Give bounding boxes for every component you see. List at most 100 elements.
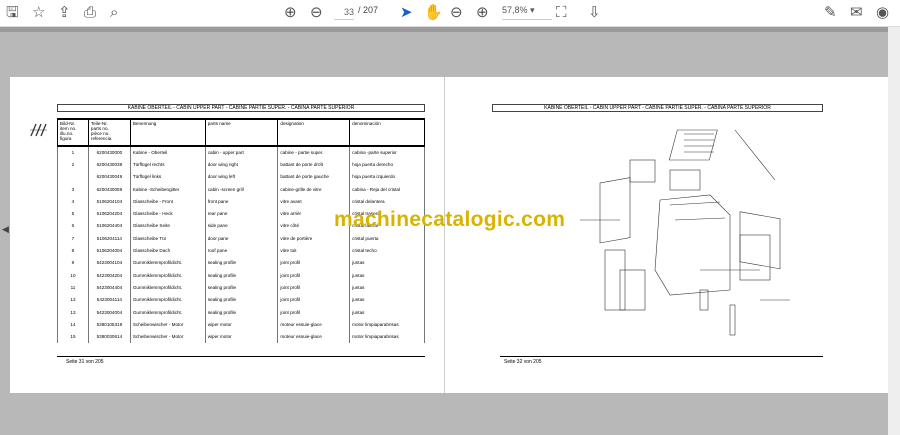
- table-cell: battant de porte droît: [277, 158, 351, 171]
- table-cell: Gummiklemmprofildicht.: [129, 293, 206, 306]
- table-cell: cabina - Reja del cristal: [349, 182, 425, 196]
- table-cell: rear pane: [204, 207, 279, 220]
- table-cell: motor limpiaparabrisas: [349, 318, 425, 331]
- table-cell: hoja puerta derecho: [349, 158, 425, 171]
- table-cell: door pane: [204, 232, 279, 245]
- table-cell: 2: [57, 158, 89, 171]
- table-cell: hoja puerta izquierdo: [349, 170, 425, 183]
- column-header: Bild-Nr. item no. illu.no. figura: [57, 118, 89, 147]
- exploded-parts-diagram: [580, 129, 790, 336]
- table-cell: juntas: [349, 293, 425, 306]
- table-cell: 13: [57, 305, 89, 319]
- table-row: 1 6200430000 Kabine - Oberteil cabin - uppe…: [57, 146, 425, 159]
- table-cell: 12: [57, 293, 89, 306]
- table-cell: 11: [57, 281, 89, 294]
- table-cell: wiper motor: [204, 330, 279, 343]
- right-page-title: KABINE OBERTEIL - CABIN UPPER PART - CAB…: [492, 104, 823, 112]
- page-number-input[interactable]: [334, 5, 354, 20]
- table-row: 14 5380105319 Scheibenwischer - Motor wiper…: [57, 318, 425, 331]
- table-cell: joint profil: [277, 256, 351, 269]
- select-cursor-icon[interactable]: ➤: [400, 4, 413, 22]
- upload-icon[interactable]: ⇪: [58, 4, 71, 22]
- table-cell: roof pane: [204, 244, 279, 257]
- table-cell: 5106204004: [87, 244, 131, 257]
- table-cell: 9: [57, 256, 89, 269]
- watermark: machinecatalogic.com: [334, 208, 566, 231]
- zoom-select[interactable]: 57,8% ▾: [502, 5, 552, 20]
- table-cell: 1: [57, 146, 89, 159]
- table-cell: 5423004404: [87, 281, 131, 294]
- table-cell: Scheibenwischer - Motor: [129, 318, 206, 331]
- sign-icon[interactable]: ✎: [824, 4, 837, 22]
- table-cell: 6200430059: [87, 182, 131, 196]
- table-cell: joint profil: [277, 305, 351, 319]
- table-cell: Glasscheibe - Front: [129, 195, 206, 208]
- table-row: 13 5423004004 Gummiklemmprofildicht. sealin…: [57, 305, 425, 319]
- table-cell: 7: [57, 232, 89, 245]
- page-up-icon[interactable]: ⊕: [284, 4, 297, 22]
- table-cell: 5380030614: [87, 330, 131, 343]
- table-cell: joint profil: [277, 268, 351, 282]
- table-cell: Glasscheibe Seite: [129, 219, 206, 233]
- table-row: 11 5423004404 Gummiklemmprofildicht. sealin…: [57, 281, 425, 294]
- table-row: 4 5106204104 Glasscheibe - Front front pane…: [57, 195, 425, 208]
- scrollbar[interactable]: [888, 27, 900, 435]
- table-cell: front pane: [204, 195, 279, 208]
- table-cell: cristal techo: [349, 244, 425, 257]
- table-cell: vitre avant: [277, 195, 351, 208]
- table-row: 6200430049 Türflügel links door wing left b…: [57, 170, 425, 183]
- table-cell: vitre toit: [277, 244, 351, 257]
- table-cell: Türflügel rechts: [129, 158, 206, 171]
- table-cell: 5423004104: [87, 256, 131, 269]
- table-cell: [57, 170, 89, 183]
- table-cell: 5423004204: [87, 268, 131, 282]
- table-cell: motor limpiaparabrisas: [349, 330, 425, 343]
- prev-page-arrow-icon[interactable]: ◀: [2, 224, 9, 235]
- table-row: 2 6200430039 Türflügel rechts door wing rig…: [57, 158, 425, 171]
- table-cell: juntas: [349, 256, 425, 269]
- table-cell: wiper motor: [204, 318, 279, 331]
- manufacturer-logo-icon: [30, 123, 47, 137]
- email-icon[interactable]: ✉: [850, 4, 863, 22]
- bookmark-star-icon[interactable]: ☆: [32, 4, 45, 22]
- table-cell: moteur essuie-glace: [277, 330, 351, 343]
- table-row: 10 5423004204 Gummiklemmprofildicht. sealin…: [57, 268, 425, 282]
- zoom-in-icon[interactable]: ⊕: [476, 4, 489, 22]
- column-header: denominación: [349, 118, 425, 147]
- table-row: 7 5106204114 Glasscheibe Tür door pane vitre…: [57, 232, 425, 245]
- scroll-mode-icon[interactable]: ⇩: [588, 4, 601, 22]
- table-cell: 6200430049: [87, 170, 131, 183]
- account-icon[interactable]: ◉: [876, 4, 889, 22]
- table-cell: Gummiklemmprofildicht.: [129, 268, 206, 282]
- hand-icon[interactable]: ✋: [424, 4, 443, 22]
- column-header: designation: [277, 118, 351, 147]
- fit-page-icon[interactable]: ⛶: [556, 4, 567, 22]
- table-cell: 14: [57, 318, 89, 331]
- table-cell: cabine-grille de vitre: [277, 182, 351, 196]
- table-cell: Kabine - Oberteil: [129, 146, 206, 159]
- print-icon[interactable]: ⎙: [84, 4, 96, 22]
- table-cell: juntas: [349, 268, 425, 282]
- table-cell: 5106204114: [87, 232, 131, 245]
- left-page-footer: Seite 31 von 205: [66, 359, 104, 365]
- table-cell: 5106204404: [87, 219, 131, 233]
- page-down-icon[interactable]: ⊖: [310, 4, 323, 22]
- search-icon[interactable]: ⌕: [110, 4, 118, 22]
- save-icon[interactable]: 🖫: [6, 4, 19, 22]
- table-cell: 5106204204: [87, 207, 131, 220]
- table-cell: side pane: [204, 219, 279, 233]
- table-cell: Türflügel links: [129, 170, 206, 183]
- table-row: 12 5423004114 Gummiklemmprofildicht. sealin…: [57, 293, 425, 306]
- page-divider: [444, 77, 445, 393]
- table-cell: Glasscheibe - Heck: [129, 207, 206, 220]
- table-cell: 8: [57, 244, 89, 257]
- table-cell: Gummiklemmprofildicht.: [129, 256, 206, 269]
- table-cell: door wing right: [204, 158, 279, 171]
- table-cell: cristal delantera: [349, 195, 425, 208]
- left-page-title: KABINE OBERTEIL - CABIN UPPER PART - CAB…: [57, 104, 425, 112]
- footer-line: [500, 356, 823, 357]
- zoom-out-icon[interactable]: ⊖: [450, 4, 463, 22]
- table-cell: Kabine -Scheibengitter: [129, 182, 206, 196]
- table-cell: juntas: [349, 281, 425, 294]
- column-header: Benennung: [129, 118, 206, 147]
